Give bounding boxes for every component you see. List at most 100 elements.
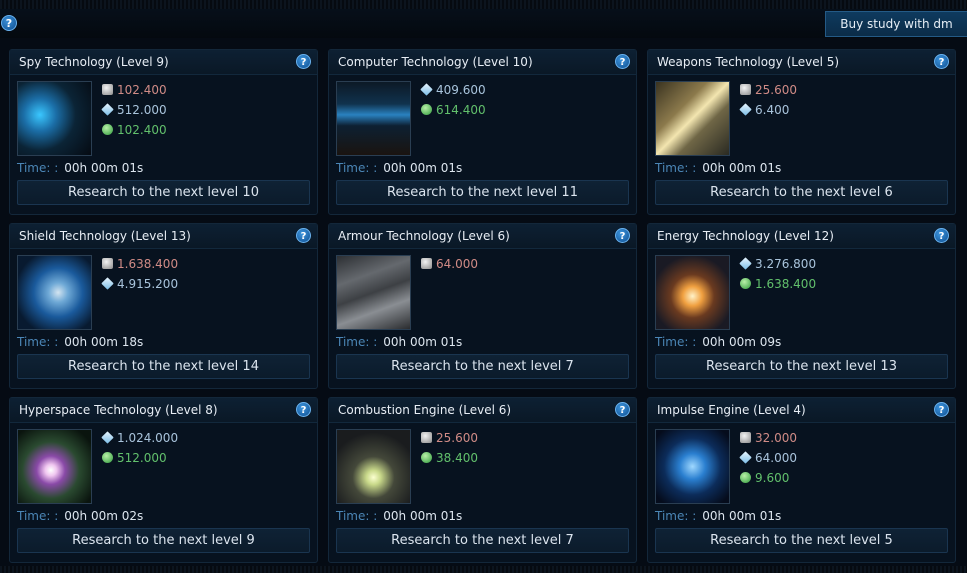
card-title: Spy Technology (Level 9) — [19, 55, 169, 69]
help-icon[interactable]: ? — [615, 228, 630, 243]
help-icon[interactable]: ? — [934, 402, 949, 417]
help-icon[interactable]: ? — [296, 54, 311, 69]
deuterium-value: 9.600 — [755, 471, 790, 485]
deuterium-icon — [102, 452, 113, 463]
card-header: Weapons Technology (Level 5) ? — [648, 50, 955, 75]
time-label: Time: : — [17, 335, 59, 349]
research-button[interactable]: Research to the next level 9 — [17, 528, 310, 553]
card-title: Computer Technology (Level 10) — [338, 55, 533, 69]
energy-technology-image[interactable] — [655, 255, 730, 330]
card-header: Impulse Engine (Level 4) ? — [648, 398, 955, 423]
crystal-icon — [101, 431, 114, 444]
research-button[interactable]: Research to the next level 14 — [17, 354, 310, 379]
time-value: 00h 00m 02s — [64, 509, 144, 523]
research-time: Time: : 00h 00m 01s — [655, 161, 781, 175]
research-button[interactable]: Research to the next level 7 — [336, 354, 629, 379]
time-label: Time: : — [17, 509, 59, 523]
research-button[interactable]: Research to the next level 6 — [655, 180, 948, 205]
deuterium-icon — [421, 452, 432, 463]
metal-icon — [740, 84, 751, 95]
research-time: Time: : 00h 00m 01s — [17, 161, 143, 175]
metal-icon — [421, 258, 432, 269]
metal-value: 25.600 — [755, 83, 797, 97]
armour-technology-image[interactable] — [336, 255, 411, 330]
card-title: Energy Technology (Level 12) — [657, 229, 834, 243]
shield-technology-image[interactable] — [17, 255, 92, 330]
crystal-icon — [420, 83, 433, 96]
impulse-engine-image[interactable] — [655, 429, 730, 504]
crystal-cost: 4.915.200 — [101, 277, 178, 295]
metal-cost: 1.638.400 — [102, 257, 178, 275]
crystal-icon — [739, 451, 752, 464]
hyperspace-technology-image[interactable] — [17, 429, 92, 504]
crystal-cost: 512.000 — [101, 103, 167, 121]
top-stripe — [0, 0, 967, 9]
crystal-value: 1.024.000 — [117, 431, 179, 445]
buy-study-button[interactable]: Buy study with dm — [825, 11, 967, 37]
card-header: Computer Technology (Level 10) ? — [329, 50, 636, 75]
research-button[interactable]: Research to the next level 7 — [336, 528, 629, 553]
help-icon[interactable]: ? — [615, 402, 630, 417]
card-header: Combustion Engine (Level 6) ? — [329, 398, 636, 423]
research-card-computer-technology: Computer Technology (Level 10) ? 409.600… — [328, 49, 637, 215]
card-title: Weapons Technology (Level 5) — [657, 55, 840, 69]
card-header: Energy Technology (Level 12) ? — [648, 224, 955, 249]
research-button[interactable]: Research to the next level 11 — [336, 180, 629, 205]
deuterium-cost: 9.600 — [740, 471, 789, 489]
research-card-impulse-engine: Impulse Engine (Level 4) ? 32.000 64.000… — [647, 397, 956, 563]
weapons-technology-image[interactable] — [655, 81, 730, 156]
help-icon[interactable]: ? — [615, 54, 630, 69]
time-value: 00h 00m 09s — [702, 335, 782, 349]
time-label: Time: : — [655, 161, 697, 175]
help-icon[interactable]: ? — [296, 402, 311, 417]
metal-cost: 32.000 — [740, 431, 797, 449]
crystal-cost: 6.400 — [739, 103, 789, 121]
deuterium-cost: 38.400 — [421, 451, 478, 469]
time-label: Time: : — [655, 509, 697, 523]
time-label: Time: : — [336, 335, 378, 349]
help-icon[interactable]: ? — [296, 228, 311, 243]
deuterium-icon — [102, 124, 113, 135]
deuterium-icon — [740, 278, 751, 289]
deuterium-value: 614.400 — [436, 103, 486, 117]
research-time: Time: : 00h 00m 01s — [336, 161, 462, 175]
time-label: Time: : — [336, 161, 378, 175]
card-title: Combustion Engine (Level 6) — [338, 403, 512, 417]
deuterium-cost: 512.000 — [102, 451, 167, 469]
deuterium-icon — [421, 104, 432, 115]
deuterium-icon — [740, 472, 751, 483]
crystal-value: 512.000 — [117, 103, 167, 117]
metal-icon — [102, 258, 113, 269]
metal-value: 64.000 — [436, 257, 478, 271]
research-time: Time: : 00h 00m 01s — [336, 509, 462, 523]
time-value: 00h 00m 01s — [383, 161, 463, 175]
bottom-stripe — [0, 566, 967, 573]
research-card-energy-technology: Energy Technology (Level 12) ? 3.276.800… — [647, 223, 956, 389]
combustion-engine-image[interactable] — [336, 429, 411, 504]
metal-cost: 25.600 — [421, 431, 478, 449]
crystal-value: 64.000 — [755, 451, 797, 465]
metal-value: 1.638.400 — [117, 257, 179, 271]
metal-cost: 25.600 — [740, 83, 797, 101]
research-button[interactable]: Research to the next level 10 — [17, 180, 310, 205]
research-card-combustion-engine: Combustion Engine (Level 6) ? 25.600 38.… — [328, 397, 637, 563]
help-icon[interactable]: ? — [1, 15, 17, 31]
card-title: Shield Technology (Level 13) — [19, 229, 191, 243]
deuterium-cost: 102.400 — [102, 123, 167, 141]
research-time: Time: : 00h 00m 01s — [655, 509, 781, 523]
computer-technology-image[interactable] — [336, 81, 411, 156]
crystal-cost: 64.000 — [739, 451, 797, 469]
help-icon[interactable]: ? — [934, 228, 949, 243]
time-label: Time: : — [336, 509, 378, 523]
research-button[interactable]: Research to the next level 13 — [655, 354, 948, 379]
crystal-value: 409.600 — [436, 83, 486, 97]
metal-value: 25.600 — [436, 431, 478, 445]
deuterium-value: 1.638.400 — [755, 277, 817, 291]
spy-technology-image[interactable] — [17, 81, 92, 156]
card-header: Spy Technology (Level 9) ? — [10, 50, 317, 75]
crystal-icon — [739, 257, 752, 270]
research-button[interactable]: Research to the next level 5 — [655, 528, 948, 553]
card-header: Shield Technology (Level 13) ? — [10, 224, 317, 249]
research-time: Time: : 00h 00m 09s — [655, 335, 781, 349]
help-icon[interactable]: ? — [934, 54, 949, 69]
